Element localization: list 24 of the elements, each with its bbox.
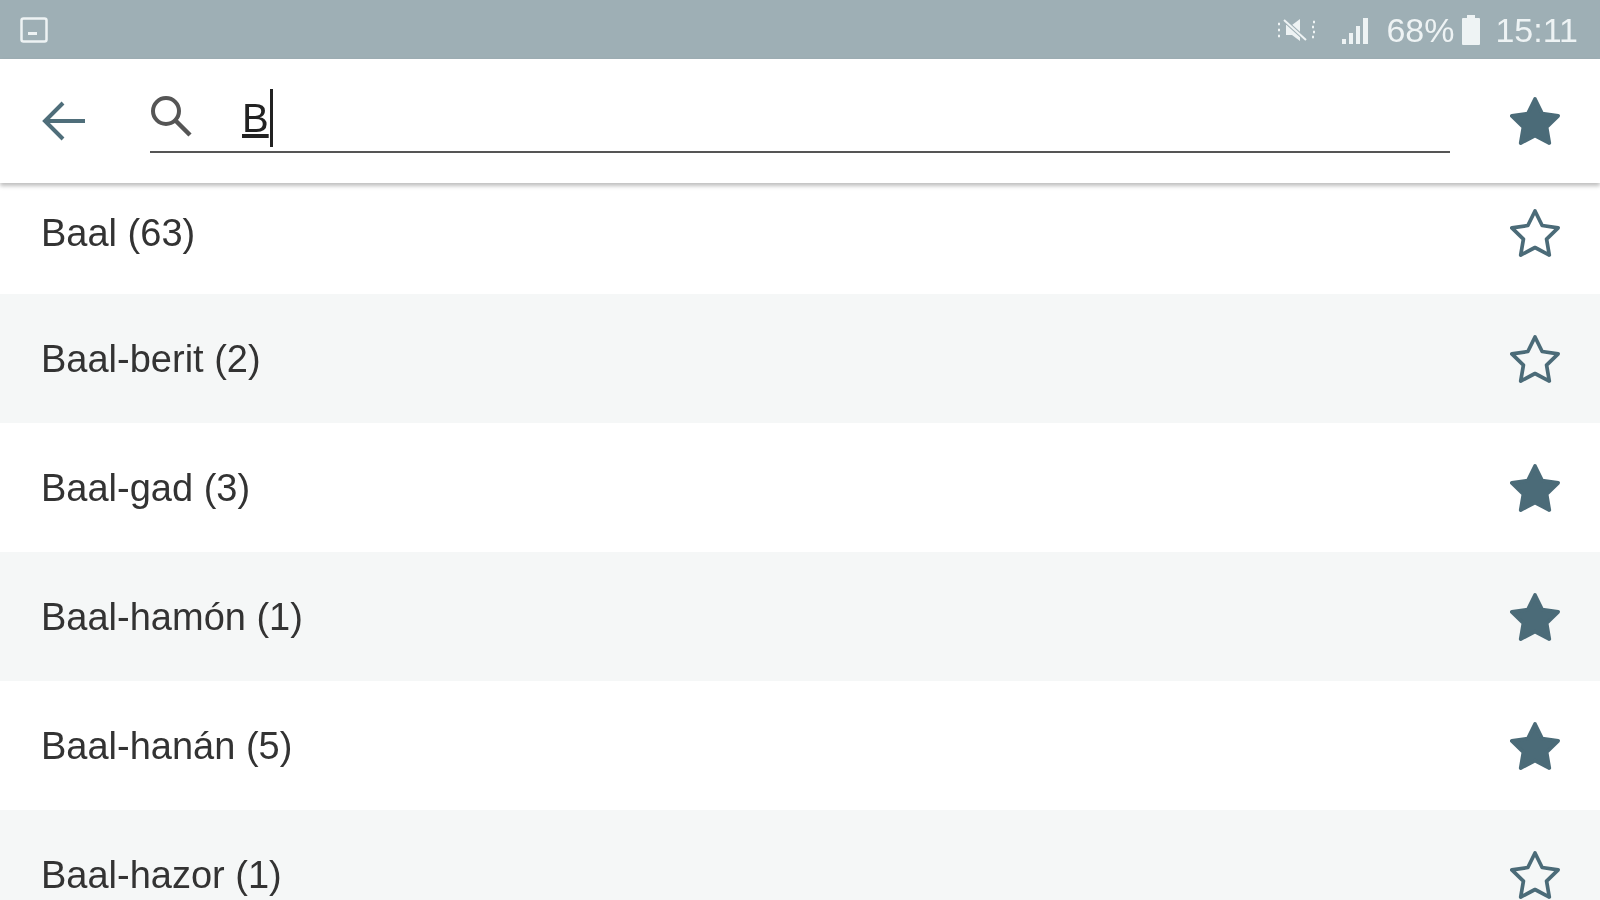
star-icon[interactable]	[1510, 850, 1560, 899]
entry-label: Baal-hanán (5)	[41, 723, 293, 768]
entry-label: Baal (63)	[41, 210, 196, 255]
entry-label: Baal-hamón (1)	[41, 594, 303, 639]
entry-label: Baal-berit (2)	[41, 336, 261, 381]
entry-label: Baal-gad (3)	[41, 465, 251, 510]
star-icon[interactable]	[1510, 463, 1560, 512]
clock-time: 15:11	[1495, 12, 1578, 47]
star-icon[interactable]	[1510, 721, 1560, 770]
battery-percent: 68%	[1386, 12, 1455, 47]
back-icon	[41, 101, 87, 141]
list-item[interactable]: Baal-hamón (1)	[0, 552, 1600, 681]
search-field[interactable]: B	[150, 89, 1450, 153]
image-icon	[20, 16, 48, 43]
search-icon	[150, 95, 192, 137]
battery-icon	[1462, 14, 1481, 45]
list-item[interactable]: Baal-berit (2)	[0, 294, 1600, 423]
list-item[interactable]: Baal-hazor (1)	[0, 810, 1600, 900]
star-icon[interactable]	[1510, 592, 1560, 641]
star-icon[interactable]	[1510, 208, 1560, 257]
star-icon[interactable]	[1510, 334, 1560, 383]
star-icon[interactable]	[1510, 97, 1560, 145]
entry-label: Baal-hazor (1)	[41, 852, 282, 897]
signal-icon	[1342, 15, 1371, 44]
